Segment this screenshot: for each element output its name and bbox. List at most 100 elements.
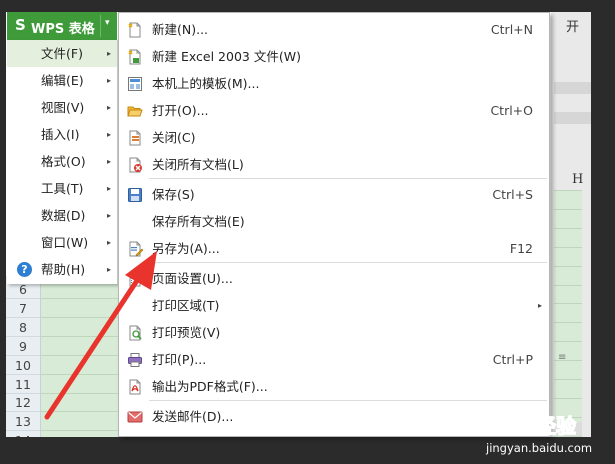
- menu-item[interactable]: 文件(F) ▸: [7, 40, 117, 67]
- shortcut-label: Ctrl+O: [490, 103, 533, 118]
- row-number[interactable]: 7: [6, 299, 40, 318]
- row-number[interactable]: 8: [6, 318, 40, 337]
- row-number[interactable]: 13: [6, 412, 40, 432]
- chevron-right-icon: ▸: [106, 184, 111, 193]
- file-menu-item[interactable]: 打印(P)... Ctrl+P: [119, 346, 549, 373]
- watermark-logo-text: Baidu经验: [472, 414, 576, 438]
- gridline: [41, 392, 121, 394]
- menu-item[interactable]: 编辑(E) ▸: [7, 67, 117, 94]
- wps-app-menu-button[interactable]: S WPS 表格 ▾: [7, 12, 117, 40]
- file-menu-item[interactable]: 输出为PDF格式(F)...: [119, 373, 549, 400]
- pdf-icon: [127, 379, 143, 395]
- shortcut-label: Ctrl+S: [492, 187, 533, 202]
- file-menu-item[interactable]: 打开(O)... Ctrl+O: [119, 97, 549, 124]
- row-header-column: 67891011121314: [6, 276, 41, 437]
- menu-item-label: 视图(V): [41, 100, 85, 115]
- file-menu-item[interactable]: 另存为(A)... F12: [119, 235, 549, 262]
- menu-item-label: 插入(I): [41, 127, 80, 142]
- menu-item[interactable]: 工具(T) ▸: [7, 175, 117, 202]
- gridline: [41, 373, 121, 375]
- file-menu-item-label: 保存所有文档(E): [152, 214, 245, 229]
- file-menu-item-label: 打印预览(V): [152, 325, 221, 340]
- file-menu-item-label: 发送邮件(D)...: [152, 409, 234, 424]
- menu-item[interactable]: 格式(O) ▸: [7, 148, 117, 175]
- chevron-right-icon: ▸: [106, 265, 111, 274]
- gridline: [554, 246, 582, 248]
- file-menu-item[interactable]: 打印预览(V): [119, 319, 549, 346]
- menu-item[interactable]: 窗口(W) ▸: [7, 229, 117, 256]
- gridline: [554, 360, 582, 362]
- save-icon: [127, 187, 143, 203]
- menu-item[interactable]: ? 帮助(H) ▸: [7, 256, 117, 283]
- menu-item[interactable]: 视图(V) ▸: [7, 94, 117, 121]
- gridline: [554, 265, 582, 267]
- baidu-logo-icon: Baidu经验: [472, 413, 577, 438]
- chevron-down-icon[interactable]: ▾: [105, 18, 110, 28]
- button-divider: [100, 15, 101, 37]
- gridline: [554, 397, 582, 399]
- menu-item-label: 编辑(E): [41, 73, 84, 88]
- open-folder-icon: [127, 103, 143, 119]
- file-menu-item-label: 页面设置(U)...: [152, 271, 233, 286]
- menu-separator: [149, 178, 547, 179]
- close-doc-icon: [127, 130, 143, 146]
- toolbar-edge: [554, 112, 591, 124]
- file-menu-item-label: 本机上的模板(M)...: [152, 76, 260, 91]
- page-setup-icon: [127, 271, 143, 287]
- gridline: [41, 335, 121, 337]
- file-menu-item[interactable]: 打印区域(T) ▸: [119, 292, 549, 319]
- row-number[interactable]: 11: [6, 375, 40, 394]
- menu-item-label: 数据(D): [41, 208, 86, 223]
- file-menu-item-label: 打开(O)...: [152, 103, 209, 118]
- row-number[interactable]: 14: [6, 431, 40, 437]
- file-menu-item[interactable]: 页面设置(U)...: [119, 265, 549, 292]
- menu-item-label: 格式(O): [41, 154, 86, 169]
- mail-icon: [127, 409, 143, 425]
- file-menu-item[interactable]: 新建 Excel 2003 文件(W): [119, 43, 549, 70]
- gridline: [41, 430, 121, 432]
- menu-separator: [149, 262, 547, 263]
- file-menu-item[interactable]: 关闭(C): [119, 124, 549, 151]
- file-menu-item-label: 输出为PDF格式(F)...: [152, 379, 268, 394]
- row-number[interactable]: 10: [6, 356, 40, 375]
- row-number[interactable]: 12: [6, 393, 40, 413]
- menu-item-label: 工具(T): [41, 181, 84, 196]
- file-menu-item-label: 关闭所有文档(L): [152, 157, 244, 172]
- chevron-right-icon: ▸: [537, 301, 542, 310]
- file-menu-item[interactable]: 关闭所有文档(L): [119, 151, 549, 178]
- save-as-icon: [127, 241, 144, 257]
- file-menu-item[interactable]: 新建(N)... Ctrl+N: [119, 16, 549, 43]
- gridline: [41, 298, 121, 299]
- chevron-right-icon: ▸: [106, 157, 111, 166]
- gridline: [554, 190, 582, 191]
- gridline: [554, 227, 582, 229]
- shortcut-label: F12: [509, 241, 533, 256]
- close-all-icon: [127, 157, 143, 173]
- menu-item[interactable]: 插入(I) ▸: [7, 121, 117, 148]
- chevron-right-icon: ▸: [106, 76, 111, 85]
- wps-logo-icon: S: [15, 16, 26, 34]
- menu-separator: [149, 400, 547, 401]
- new-doc-icon: [127, 22, 143, 38]
- chevron-right-icon: ▸: [106, 130, 111, 139]
- file-menu-item[interactable]: 保存所有文档(E): [119, 208, 549, 235]
- column-header-h[interactable]: H: [572, 170, 591, 190]
- file-menu-item[interactable]: 保存(S) Ctrl+S: [119, 181, 549, 208]
- menu-item[interactable]: 数据(D) ▸: [7, 202, 117, 229]
- gridline: [41, 354, 121, 356]
- chevron-right-icon: ▸: [106, 238, 111, 247]
- gridline: [554, 379, 582, 380]
- file-menu-item[interactable]: 本机上的模板(M)...: [119, 70, 549, 97]
- file-menu-item-label: 新建(N)...: [152, 22, 209, 37]
- shortcut-label: Ctrl+P: [492, 352, 533, 367]
- help-icon: ?: [17, 262, 32, 277]
- ribbon-tab-start[interactable]: 开: [566, 16, 579, 35]
- new-xls-icon: [127, 49, 143, 65]
- chevron-right-icon: ▸: [106, 211, 111, 220]
- template-icon: [127, 76, 143, 92]
- file-menu-item-label: 保存(S): [152, 187, 195, 202]
- row-number[interactable]: 9: [6, 337, 40, 356]
- screenshot-frame: H ≡ 67891011121314 开 S WPS 表格 ▾ 文件(F)▸编辑…: [0, 0, 615, 464]
- sheet-cells-left[interactable]: [41, 276, 121, 437]
- file-menu-item-label: 关闭(C): [152, 130, 196, 145]
